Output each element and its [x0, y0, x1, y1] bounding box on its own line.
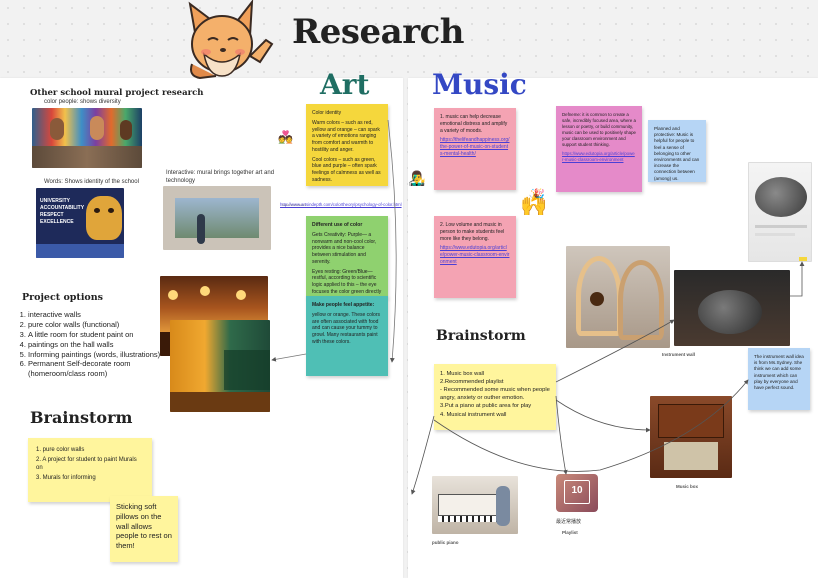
sticky-music-classroom[interactable]: Defneme: it is common to create a safe, … [556, 106, 642, 192]
list-item: paintings on the hall walls [28, 340, 164, 350]
note-title: Color identity [312, 110, 342, 116]
fireworks-icon: 🎉 [530, 188, 545, 202]
list-item: Permanent Self-decorate room (homeroom/c… [28, 359, 164, 379]
lyre-harp-image [566, 246, 670, 348]
note-text: Warm colors – such as red, yellow and or… [312, 119, 380, 153]
playlist-calendar-icon: 10 [556, 474, 598, 512]
music-brainstorm-heading: Brainstorm [436, 328, 526, 344]
note-text: 1. Music box wall [440, 371, 485, 377]
note-text: Sticking soft pillows on the wall allows… [116, 502, 172, 550]
identity-sign-text: UNIVERSITY ACCOUNTABILITY RESPECT EXCELL… [40, 198, 84, 225]
page-title: Research [292, 12, 465, 52]
note-text: 2. A project for student to paint Murals… [36, 456, 137, 472]
note-title: Make people feel appetite: [312, 302, 375, 308]
note-link[interactable]: https://thelifeandhappiness.org/the-powe… [440, 137, 510, 157]
interactive-mural-image [163, 186, 271, 250]
caption-instrument-wall: Instrument wall [662, 352, 696, 357]
note-text: yellow or orange. These colors are often… [312, 311, 380, 345]
note-text: 2.Recommended playlist [440, 379, 504, 386]
note-text: 3.Put a piano at public area for play [440, 403, 532, 410]
sticky-music-emotion[interactable]: 1. music can help decrease emotional dis… [434, 108, 516, 190]
note-text: 4. Musical instrument wall [440, 411, 507, 418]
sticky-instrument-wall-idea[interactable]: The instrument wall idea is from Ms.Sydn… [748, 348, 810, 410]
sticky-pillow-idea[interactable]: Sticking soft pillows on the wall allows… [110, 496, 178, 562]
note-text: The instrument wall idea is from Ms.Sydn… [754, 354, 804, 390]
note-text: 1. pure color walls [36, 447, 85, 453]
note-text: Eyes resting: Green/Blue— restful, accor… [312, 268, 382, 299]
note-text: 3. Murals for informing [36, 475, 96, 482]
note-link[interactable]: https://www.edutopia.org/article/power-m… [440, 245, 510, 265]
music-title: Music [432, 68, 527, 101]
sticky-music-belonging[interactable]: Planned and protective: Music is helpful… [648, 120, 706, 182]
cat-mascot-icon [186, 0, 282, 80]
project-options-list: interactive walls pure color walls (func… [14, 310, 164, 379]
caption-identity: Words: Shows identity of the school [44, 179, 139, 185]
caption-interactive: Interactive: mural brings together art a… [166, 170, 275, 184]
handpan-playing-image [674, 270, 790, 346]
public-piano-image [432, 476, 518, 534]
calendar-day: 10 [571, 485, 583, 496]
caption-diversity: color people: shows diversity [44, 99, 121, 105]
restaurant-image-2 [170, 320, 270, 412]
sticky-appetite[interactable]: Make people feel appetite: yellow or ora… [306, 296, 388, 376]
list-item: interactive walls [28, 310, 164, 320]
note-text: 1. music can help decrease emotional dis… [440, 114, 508, 134]
note-text: Planned and protective: Music is helpful… [654, 126, 700, 181]
note-text: - Recommended some music when people ang… [440, 387, 550, 402]
note-link[interactable]: https://www.edutopia.org/article/power-m… [562, 151, 636, 163]
school-identity-image: UNIVERSITY ACCOUNTABILITY RESPECT EXCELL… [36, 188, 124, 258]
art-title: Art [320, 68, 370, 101]
sticky-art-brainstorm[interactable]: 1. pure color walls 2. A project for stu… [28, 438, 152, 502]
sticky-music-brainstorm[interactable]: 1. Music box wall 2.Recommended playlist… [434, 364, 556, 430]
color-theory-link[interactable]: http://www.artsindepth.com/colortheory/p… [280, 202, 402, 207]
note-text: 2. Low volume and music in person to mak… [440, 222, 505, 242]
caption-playlist: Playlist [562, 530, 578, 535]
list-item: Informing paintings (words, illustration… [28, 350, 164, 360]
caption-music-box: Music box [676, 484, 699, 489]
sticky-color-identity[interactable]: Color identity Warm colors – such as red… [306, 104, 388, 186]
note-text: Gets Creativity: Purple— a nonwarm and n… [312, 231, 377, 265]
playlist-label: 最近常播放 [556, 519, 582, 525]
list-item: A little room for student paint on [28, 330, 164, 340]
music-box-image [650, 396, 732, 478]
mural-heading: Other school mural project research [30, 88, 204, 98]
note-text: Cool colors – such as green, blue and pu… [312, 156, 381, 183]
list-item: pure color walls (functional) [28, 320, 164, 330]
note-text: Defneme: it is common to create a safe, … [562, 112, 636, 147]
project-options-heading: Project options [22, 292, 104, 303]
caption-public-piano: public piano [432, 540, 459, 545]
note-title: Different use of color [312, 222, 363, 228]
mural-image-diversity [32, 108, 142, 168]
sticky-different-use-of-color[interactable]: Different use of color Gets Creativity: … [306, 216, 388, 298]
handpan-image [748, 162, 812, 262]
art-brainstorm-heading: Brainstorm [30, 408, 133, 427]
sticky-music-belong-volume[interactable]: 2. Low volume and music in person to mak… [434, 216, 516, 298]
couple-emoji-icon: 💑 [278, 130, 293, 144]
guitar-person-emoji-icon: 👨‍🎤 [408, 170, 426, 186]
